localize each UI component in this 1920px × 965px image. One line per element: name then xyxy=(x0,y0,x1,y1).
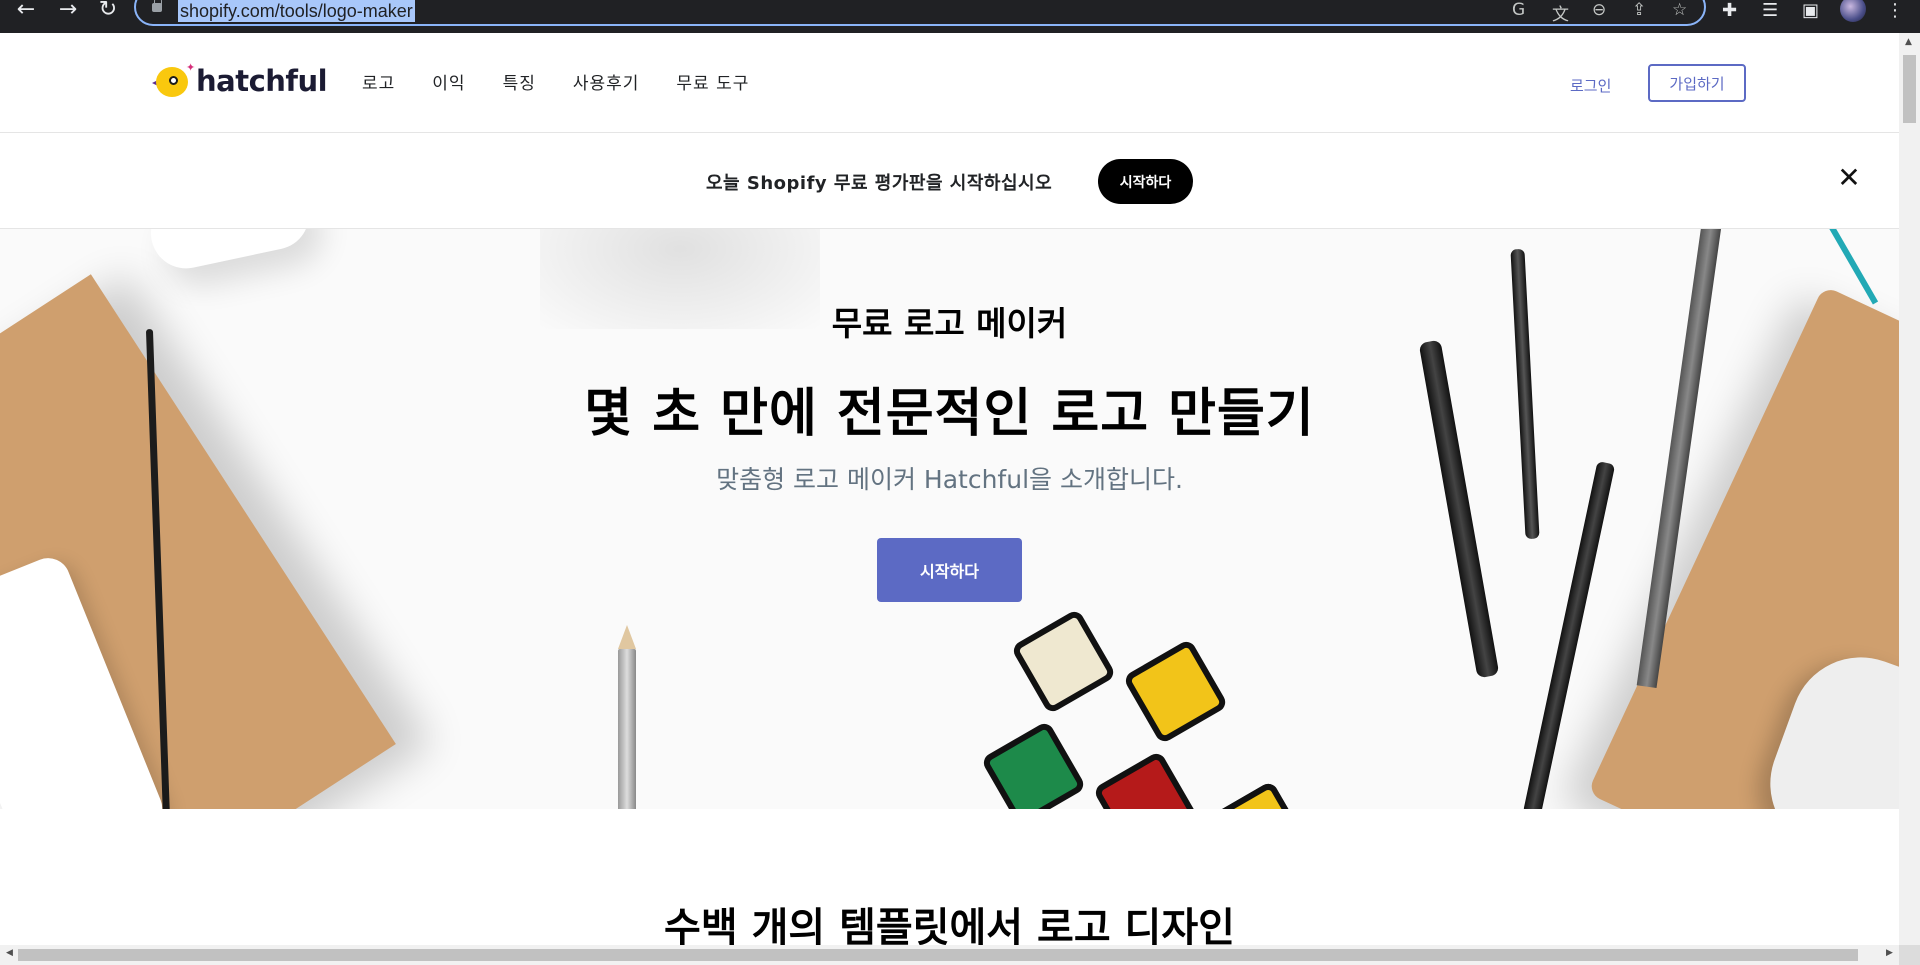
zoom-out-icon[interactable]: ⊖ xyxy=(1592,0,1606,22)
nav-item-testimonials[interactable]: 사용후기 xyxy=(573,69,640,94)
nav-item-benefits[interactable]: 이익 xyxy=(432,69,465,94)
lock-icon xyxy=(152,0,162,12)
scrollbar-thumb[interactable] xyxy=(18,949,1858,961)
reading-list-icon[interactable]: ☰ xyxy=(1762,0,1778,22)
hero-section: 무료 로고 메이커 몇 초 만에 전문적인 로고 만들기 맞춤형 로고 메이커 … xyxy=(0,229,1899,809)
nav-item-free-tools[interactable]: 무료 도구 xyxy=(676,69,749,94)
horizontal-scrollbar[interactable]: ◀ ▶ xyxy=(0,945,1899,965)
decorative-pencil-image xyxy=(618,625,636,809)
site-header: ✦ hatchful 로고 이익 특징 사용후기 무료 도구 로그인 가입하기 xyxy=(0,33,1899,133)
share-icon[interactable]: ⇪ xyxy=(1632,0,1646,22)
translate-icon[interactable]: 文 xyxy=(1552,0,1569,25)
decorative-mouse-image xyxy=(144,229,316,275)
browser-toolbar: ← → ↻ shopify.com/tools/logo-maker G 文 ⊖… xyxy=(0,0,1920,33)
login-link[interactable]: 로그인 xyxy=(1570,75,1611,96)
close-icon[interactable]: ✕ xyxy=(1836,163,1862,193)
url-text[interactable]: shopify.com/tools/logo-maker xyxy=(178,0,415,22)
promo-text: 오늘 Shopify 무료 평가판을 시작하십시오 xyxy=(706,173,1053,194)
promo-banner: 오늘 Shopify 무료 평가판을 시작하십시오 시작하다 ✕ xyxy=(0,133,1899,229)
hero-title: 몇 초 만에 전문적인 로고 만들기 xyxy=(584,384,1315,444)
scroll-right-icon[interactable]: ▶ xyxy=(1886,948,1893,958)
side-panel-icon[interactable]: ▣ xyxy=(1802,0,1819,22)
profile-avatar[interactable] xyxy=(1840,0,1866,22)
hero-eyebrow: 무료 로고 메이커 xyxy=(831,304,1068,343)
signup-button[interactable]: 가입하기 xyxy=(1648,64,1746,102)
scroll-left-icon[interactable]: ◀ xyxy=(6,948,13,958)
bookmark-star-icon[interactable]: ☆ xyxy=(1672,0,1687,22)
main-nav: 로고 이익 특징 사용후기 무료 도구 xyxy=(362,69,786,94)
hatchful-bird-icon: ✦ xyxy=(152,61,195,98)
hero-subtitle: 맞춤형 로고 메이커 Hatchful을 소개합니다. xyxy=(716,465,1183,494)
promo-start-button[interactable]: 시작하다 xyxy=(1098,159,1193,204)
scrollbar-thumb[interactable] xyxy=(1903,55,1916,123)
vertical-scrollbar[interactable]: ▲ xyxy=(1899,33,1920,965)
scroll-up-icon[interactable]: ▲ xyxy=(1905,37,1912,47)
browser-menu-icon[interactable]: ⋮ xyxy=(1886,0,1904,22)
google-icon[interactable]: G xyxy=(1512,0,1525,22)
extensions-icon[interactable]: ✚ xyxy=(1722,0,1737,22)
hero-start-button[interactable]: 시작하다 xyxy=(877,538,1022,602)
nav-item-features[interactable]: 특징 xyxy=(503,69,536,94)
address-bar[interactable]: shopify.com/tools/logo-maker xyxy=(134,0,1706,26)
back-arrow-icon[interactable]: ← xyxy=(8,0,44,22)
reload-icon[interactable]: ↻ xyxy=(90,0,126,22)
hatchful-logo[interactable]: ✦ hatchful xyxy=(152,61,328,101)
nav-item-logo[interactable]: 로고 xyxy=(362,69,395,94)
forward-arrow-icon[interactable]: → xyxy=(50,0,86,22)
scrollbar-corner xyxy=(1899,945,1920,965)
logo-text: hatchful xyxy=(196,64,328,98)
